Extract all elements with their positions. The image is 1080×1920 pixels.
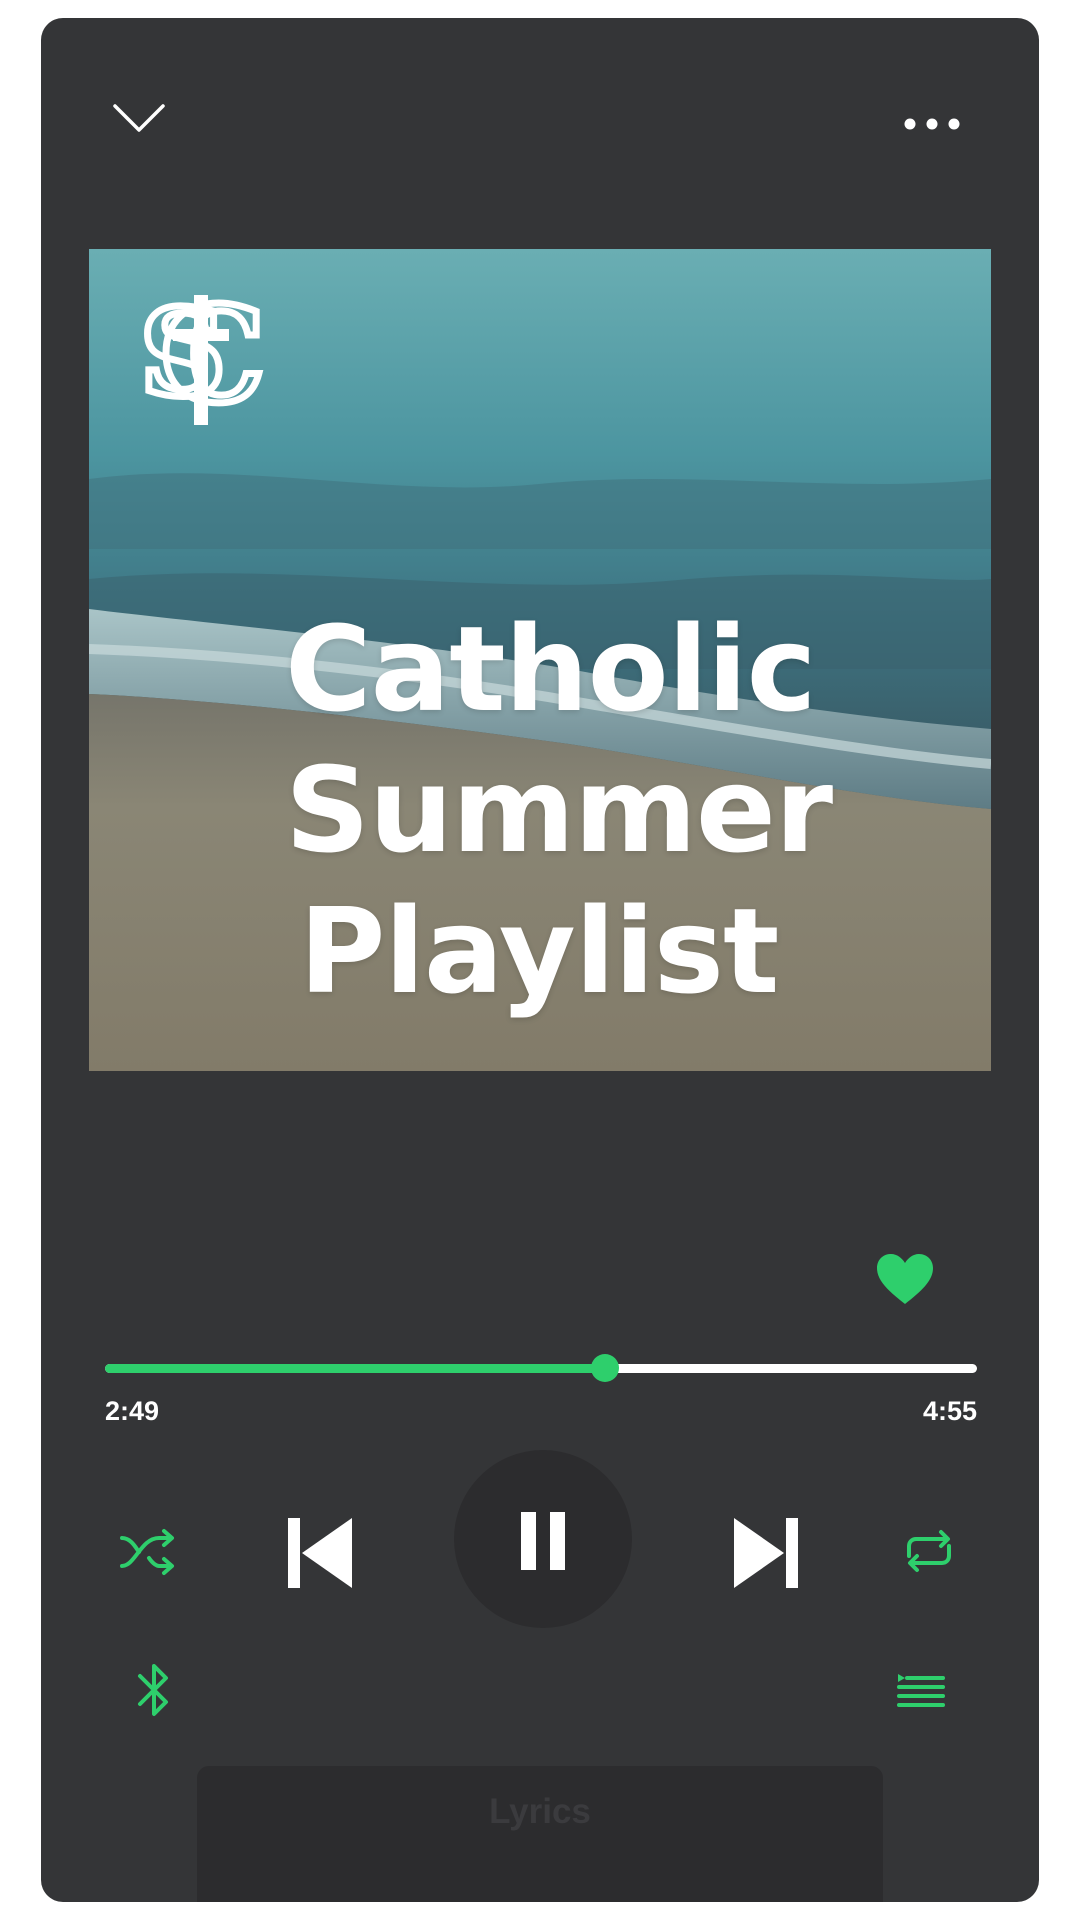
title-line: Summer bbox=[285, 741, 833, 879]
collapse-button[interactable] bbox=[113, 98, 165, 138]
cross-monogram-logo: S C bbox=[136, 277, 269, 437]
pause-button[interactable] bbox=[454, 1450, 632, 1628]
elapsed-time: 2:49 bbox=[105, 1396, 160, 1426]
heart-icon bbox=[877, 1254, 933, 1304]
like-button[interactable] bbox=[875, 1252, 935, 1306]
next-button[interactable] bbox=[732, 1516, 798, 1590]
total-time: 4:55 bbox=[922, 1396, 977, 1426]
svg-text:C: C bbox=[160, 278, 265, 433]
more-horizontal-icon bbox=[904, 118, 960, 130]
repeat-icon bbox=[907, 1530, 951, 1572]
lyrics-label: Lyrics bbox=[489, 1792, 591, 1831]
bluetooth-button[interactable] bbox=[136, 1660, 172, 1720]
lyrics-panel[interactable]: Lyrics bbox=[197, 1766, 883, 1902]
progress-slider[interactable] bbox=[105, 1352, 977, 1384]
pause-bar bbox=[521, 1512, 536, 1570]
queue-button[interactable] bbox=[897, 1674, 945, 1708]
skip-previous-icon bbox=[288, 1518, 352, 1588]
queue-icon bbox=[897, 1674, 945, 1707]
shuffle-button[interactable] bbox=[119, 1526, 177, 1578]
now-playing-screen: S C Catholic Summer Playlist 2:49 4:55 L… bbox=[41, 18, 1039, 1902]
title-line: Catholic bbox=[285, 600, 817, 738]
playlist-cover-art: S C Catholic Summer Playlist bbox=[89, 249, 991, 1071]
repeat-button[interactable] bbox=[901, 1528, 957, 1574]
playlist-title: Catholic Summer Playlist bbox=[285, 599, 925, 1022]
shuffle-icon bbox=[120, 1529, 174, 1575]
previous-button[interactable] bbox=[288, 1516, 354, 1590]
more-options-button[interactable] bbox=[903, 112, 961, 136]
bluetooth-icon bbox=[138, 1664, 168, 1716]
title-line: Playlist bbox=[299, 882, 779, 1020]
pause-bar bbox=[550, 1512, 565, 1570]
chevron-down-icon bbox=[113, 104, 165, 132]
progress-fill bbox=[105, 1364, 605, 1373]
progress-knob[interactable] bbox=[590, 1354, 619, 1382]
skip-next-icon bbox=[734, 1518, 798, 1588]
